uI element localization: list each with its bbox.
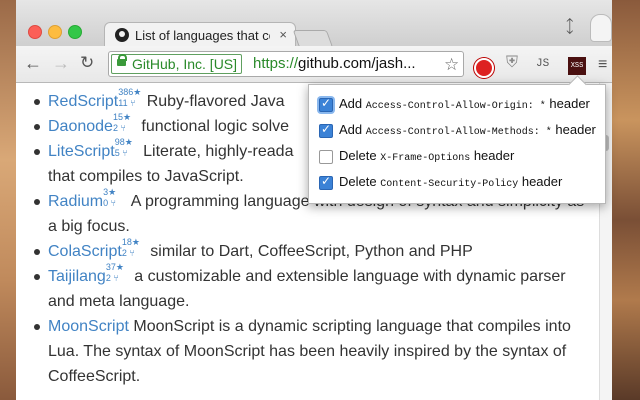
fork-count: 5 ⑂ — [114, 148, 128, 158]
url-scheme: https:// — [253, 55, 299, 72]
header-option-label: Add Access-Control-Allow-Methods: * head… — [339, 122, 596, 138]
language-link[interactable]: Radium — [48, 193, 103, 210]
header-option-code: Access-Control-Allow-Origin: * — [365, 101, 546, 112]
fork-count: 2 ⑂ — [121, 248, 135, 258]
xss-extension-icon[interactable]: XSS — [568, 57, 586, 75]
url-host-path: github.com/jash... — [298, 55, 416, 72]
fork-count: 0 ⑂ — [103, 198, 117, 208]
desktop-background-left — [0, 0, 16, 400]
star-count: 98★ — [114, 137, 133, 147]
header-option-checkbox[interactable] — [319, 122, 333, 138]
language-description: MoonScript is a dynamic scripting langua… — [128, 318, 571, 335]
tab-close-icon[interactable]: × — [279, 27, 287, 42]
repo-stats: 15★ 2 ⑂ — [113, 112, 135, 134]
desktop-background-right — [612, 0, 640, 400]
header-option-code: Access-Control-Allow-Methods: * — [365, 127, 552, 138]
list-item: Taijilang 37★ 2 ⑂ a customizable and exten… — [34, 262, 608, 289]
language-description: a big focus. — [48, 218, 130, 235]
header-option-verb: Add — [339, 96, 363, 111]
language-link[interactable]: LiteScript — [48, 143, 115, 160]
star-count: 18★ — [121, 237, 140, 247]
fork-count: 2 ⑂ — [112, 123, 126, 133]
list-item-continuation: and meta language. — [48, 289, 608, 314]
repo-stats: 98★ 5 ⑂ — [115, 137, 137, 159]
header-option-verb: Add — [339, 122, 363, 137]
back-icon[interactable]: ← — [24, 53, 42, 74]
header-option-suffix: header — [518, 174, 563, 189]
address-bar[interactable]: GitHub, Inc. [US] https://github.com/jas… — [108, 51, 464, 77]
minimize-window-button[interactable] — [48, 25, 62, 39]
repo-stats: 386★ 11 ⑂ — [118, 87, 142, 109]
bookmark-star-icon[interactable]: ☆ — [444, 55, 459, 75]
language-link[interactable]: MoonScript — [48, 318, 129, 335]
header-option-verb: Delete — [339, 174, 377, 189]
reload-icon[interactable]: ↻ — [80, 53, 94, 73]
repo-stats: 18★ 2 ⑂ — [122, 237, 144, 259]
star-count: 3★ — [103, 187, 117, 197]
browser-tab[interactable]: List of languages that com × — [104, 22, 296, 49]
menu-hamburger-icon[interactable]: ≡ — [598, 56, 607, 74]
ev-label: GitHub, Inc. [US] — [132, 56, 238, 72]
header-option-label: Delete Content-Security-Policy header — [339, 174, 562, 190]
close-window-button[interactable] — [28, 25, 42, 39]
header-option-suffix: header — [545, 96, 590, 111]
header-option-code: X-Frame-Options — [380, 153, 471, 164]
url-text[interactable]: https://github.com/jash... — [253, 55, 416, 72]
language-description: that compiles to JavaScript. — [48, 168, 244, 185]
browser-toolbar: ← → ↻ GitHub, Inc. [US] https://github.c… — [16, 46, 612, 83]
header-option-checkbox[interactable] — [319, 96, 333, 112]
header-option-suffix: header — [470, 148, 515, 163]
repo-stats: 37★ 2 ⑂ — [106, 262, 128, 284]
language-description: CoffeeScript. — [48, 368, 141, 385]
adblock-stop-icon[interactable] — [474, 58, 494, 78]
header-option-suffix: header — [551, 122, 596, 137]
list-item-continuation: a big focus. — [48, 214, 608, 239]
header-option-label: Add Access-Control-Allow-Origin: * heade… — [339, 96, 590, 112]
language-description: Ruby-flavored Java — [142, 93, 285, 110]
shield-extension-icon[interactable]: ⛨ — [506, 54, 526, 74]
header-option-checkbox[interactable] — [319, 150, 333, 164]
star-count: 386★ — [118, 87, 142, 97]
repo-stats: 3★ 0 ⑂ — [103, 187, 125, 209]
header-option-checkbox[interactable] — [319, 174, 333, 190]
ev-certificate-badge[interactable]: GitHub, Inc. [US] — [111, 54, 243, 74]
header-option-code: Content-Security-Policy — [380, 179, 519, 190]
language-description: Lua. The syntax of MoonScript has been h… — [48, 343, 567, 360]
tab-title: List of languages that com — [135, 28, 270, 43]
title-bar: List of languages that com × ⤢ — [16, 0, 612, 49]
js-extension-icon[interactable]: JS — [536, 58, 556, 78]
language-description: Literate, highly-reada — [138, 143, 294, 160]
list-item: ColaScript 18★ 2 ⑂ similar to Dart, Coffee… — [34, 237, 608, 264]
list-item-continuation: Lua. The syntax of MoonScript has been h… — [48, 339, 608, 364]
language-link[interactable]: RedScript — [48, 93, 118, 110]
fork-count: 2 ⑂ — [105, 273, 119, 283]
profile-avatar-icon[interactable] — [590, 14, 612, 42]
fullscreen-icon[interactable]: ⤢ — [560, 16, 582, 38]
github-icon — [115, 28, 129, 42]
lock-icon — [117, 54, 127, 66]
language-description: similar to Dart, CoffeeScript, Python an… — [145, 243, 473, 260]
language-description: functional logic solve — [136, 118, 290, 135]
language-link[interactable]: ColaScript — [48, 243, 122, 260]
header-option-label: Delete X-Frame-Options header — [339, 148, 514, 164]
fork-count: 11 ⑂ — [118, 98, 136, 108]
header-option-verb: Delete — [339, 148, 377, 163]
language-description: a customizable and extensible language w… — [129, 268, 566, 285]
cors-extension-popup: Add Access-Control-Allow-Origin: * heade… — [308, 75, 606, 204]
language-link[interactable]: Daonode — [48, 118, 113, 135]
language-link[interactable]: Taijilang — [48, 268, 106, 285]
list-item: MoonScript MoonScript is a dynamic scrip… — [34, 314, 608, 339]
language-description: and meta language. — [48, 293, 190, 310]
star-count: 37★ — [105, 262, 124, 272]
maximize-window-button[interactable] — [68, 25, 82, 39]
star-count: 15★ — [112, 112, 132, 122]
list-item-continuation: CoffeeScript. — [48, 364, 608, 389]
forward-icon[interactable]: → — [52, 53, 70, 74]
